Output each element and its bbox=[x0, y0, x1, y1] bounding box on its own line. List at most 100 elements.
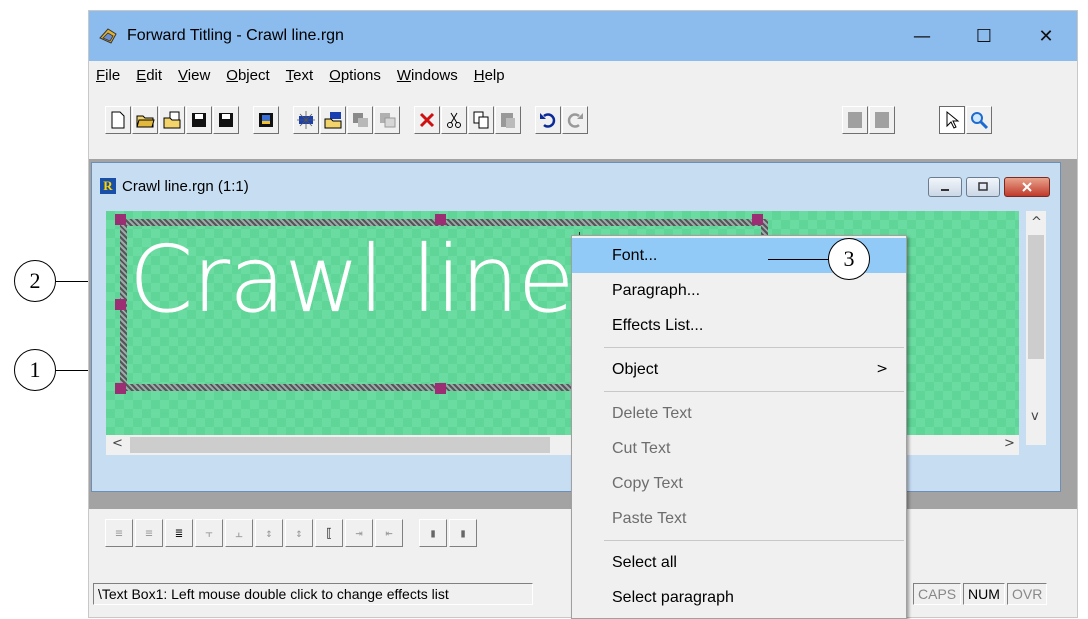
menu-file[interactable]: File bbox=[96, 67, 120, 84]
close-button[interactable]: ✕ bbox=[1015, 11, 1077, 61]
zoom-tool-button[interactable] bbox=[966, 106, 992, 134]
menu-help[interactable]: Help bbox=[474, 67, 505, 84]
page-next-button[interactable] bbox=[869, 106, 895, 134]
delete-x-icon bbox=[419, 112, 435, 128]
new-object-button[interactable] bbox=[293, 106, 319, 134]
film-paste-icon bbox=[380, 113, 396, 128]
spacing-wide-icon[interactable]: ↕ bbox=[285, 519, 313, 547]
resize-handle-l[interactable] bbox=[115, 299, 126, 310]
select-tool-button[interactable] bbox=[939, 106, 965, 134]
new-file-button[interactable] bbox=[105, 106, 131, 134]
scissors-icon bbox=[447, 112, 461, 128]
menu-item-cut-text[interactable]: Cut Text bbox=[572, 431, 906, 466]
vertical-scrollbar[interactable]: ^ v bbox=[1026, 211, 1046, 445]
menu-item-delete-text[interactable]: Delete Text bbox=[572, 396, 906, 431]
save-button[interactable] bbox=[186, 106, 212, 134]
paste-button[interactable] bbox=[495, 106, 521, 134]
magnifier-icon bbox=[971, 112, 989, 130]
copy-object-button[interactable] bbox=[347, 106, 373, 134]
scroll-left-icon[interactable]: < bbox=[112, 436, 123, 451]
save-template-icon bbox=[259, 113, 273, 127]
menu-item-select-paragraph[interactable]: Select paragraph bbox=[572, 580, 906, 615]
menu-item-select-all[interactable]: Select all bbox=[572, 545, 906, 580]
close-icon bbox=[1022, 182, 1032, 192]
region-file-icon: R bbox=[100, 178, 116, 194]
scroll-down-icon[interactable]: v bbox=[1031, 409, 1039, 424]
align-left-icon[interactable]: ≡ bbox=[105, 519, 133, 547]
align-right-icon[interactable]: ≡ bbox=[135, 519, 163, 547]
floppy-disk-icon bbox=[192, 113, 206, 127]
menu-item-copy-text[interactable]: Copy Text bbox=[572, 466, 906, 501]
copy-button[interactable] bbox=[468, 106, 494, 134]
paste-object-button[interactable] bbox=[374, 106, 400, 134]
film-folder-icon bbox=[324, 112, 342, 129]
resize-handle-bl[interactable] bbox=[115, 383, 126, 394]
film-sparkle-icon bbox=[297, 111, 315, 129]
menu-separator bbox=[604, 540, 904, 541]
menu-item-object[interactable]: Object > bbox=[572, 352, 906, 387]
open-file-button[interactable] bbox=[132, 106, 158, 134]
submenu-arrow-icon: > bbox=[876, 361, 888, 377]
main-toolbar bbox=[89, 106, 1077, 146]
page-prev-button[interactable] bbox=[842, 106, 868, 134]
menu-options[interactable]: Options bbox=[329, 67, 381, 84]
open-object-button[interactable] bbox=[320, 106, 346, 134]
doc-restore-button[interactable] bbox=[966, 177, 1000, 197]
doc-close-button[interactable] bbox=[1004, 177, 1050, 197]
arrow-pointer-icon bbox=[946, 110, 960, 129]
num-indicator: NUM bbox=[963, 583, 1005, 605]
scroll-right-icon[interactable]: > bbox=[1004, 436, 1015, 451]
scroll-up-icon[interactable]: ^ bbox=[1031, 215, 1042, 230]
save-as-button[interactable] bbox=[213, 106, 239, 134]
outdent-icon[interactable]: ⇤ bbox=[375, 519, 403, 547]
layer-icon[interactable]: ▮ bbox=[449, 519, 477, 547]
doc-minimize-button[interactable] bbox=[928, 177, 962, 197]
delete-button[interactable] bbox=[414, 106, 440, 134]
resize-handle-tl[interactable] bbox=[115, 214, 126, 225]
resize-handle-tr[interactable] bbox=[752, 214, 763, 225]
spacing-icon[interactable]: ↕ bbox=[255, 519, 283, 547]
open-folder-icon bbox=[136, 115, 155, 128]
menu-item-object-label: Object bbox=[612, 361, 659, 378]
cut-button[interactable] bbox=[441, 106, 467, 134]
resize-handle-t[interactable] bbox=[435, 214, 446, 225]
line-height-icon[interactable]: ⟦ bbox=[315, 519, 343, 547]
window-title: Forward Titling - Crawl line.rgn bbox=[127, 27, 344, 44]
redo-button[interactable] bbox=[562, 106, 588, 134]
undo-icon bbox=[540, 113, 556, 128]
horizontal-scroll-thumb[interactable] bbox=[130, 437, 550, 453]
align-bottom-icon[interactable]: ⫟ bbox=[195, 519, 223, 547]
menu-item-paste-text[interactable]: Paste Text bbox=[572, 501, 906, 536]
callout-1: 1 bbox=[14, 349, 56, 391]
resize-handle-b[interactable] bbox=[435, 383, 446, 394]
menu-item-effects-list[interactable]: Effects List... bbox=[572, 308, 906, 343]
page-icon bbox=[848, 112, 862, 128]
redo-icon bbox=[567, 113, 583, 128]
save-template-button[interactable] bbox=[253, 106, 279, 134]
crawl-text[interactable]: Crawl line bbox=[129, 233, 575, 326]
app-logo-icon bbox=[99, 28, 117, 44]
menu-edit[interactable]: Edit bbox=[136, 67, 162, 84]
floppy-disk-icon bbox=[219, 113, 233, 127]
menu-windows[interactable]: Windows bbox=[397, 67, 458, 84]
status-message: \Text Box1: Left mouse double click to c… bbox=[93, 583, 533, 605]
callout-3-line bbox=[768, 259, 828, 260]
title-bar[interactable]: Forward Titling - Crawl line.rgn — ☐ ✕ bbox=[89, 11, 1077, 61]
ovr-indicator: OVR bbox=[1007, 583, 1048, 605]
clipboard-icon bbox=[501, 113, 515, 128]
minimize-button[interactable]: — bbox=[891, 11, 953, 61]
align-top-icon[interactable]: ⫠ bbox=[225, 519, 253, 547]
restore-icon bbox=[978, 182, 988, 191]
menu-text[interactable]: Text bbox=[286, 67, 314, 84]
menu-object[interactable]: Object bbox=[226, 67, 269, 84]
open-template-button[interactable] bbox=[159, 106, 185, 134]
undo-button[interactable] bbox=[535, 106, 561, 134]
maximize-button[interactable]: ☐ bbox=[953, 11, 1015, 61]
justify-icon[interactable]: ≣ bbox=[165, 519, 193, 547]
vertical-scroll-thumb[interactable] bbox=[1028, 235, 1044, 359]
document-title-bar[interactable]: R Crawl line.rgn (1:1) bbox=[92, 163, 1060, 209]
menu-view[interactable]: View bbox=[178, 67, 210, 84]
indent-icon[interactable]: ⇥ bbox=[345, 519, 373, 547]
callout-3: 3 bbox=[828, 238, 870, 280]
layer-icon[interactable]: ▮ bbox=[419, 519, 447, 547]
